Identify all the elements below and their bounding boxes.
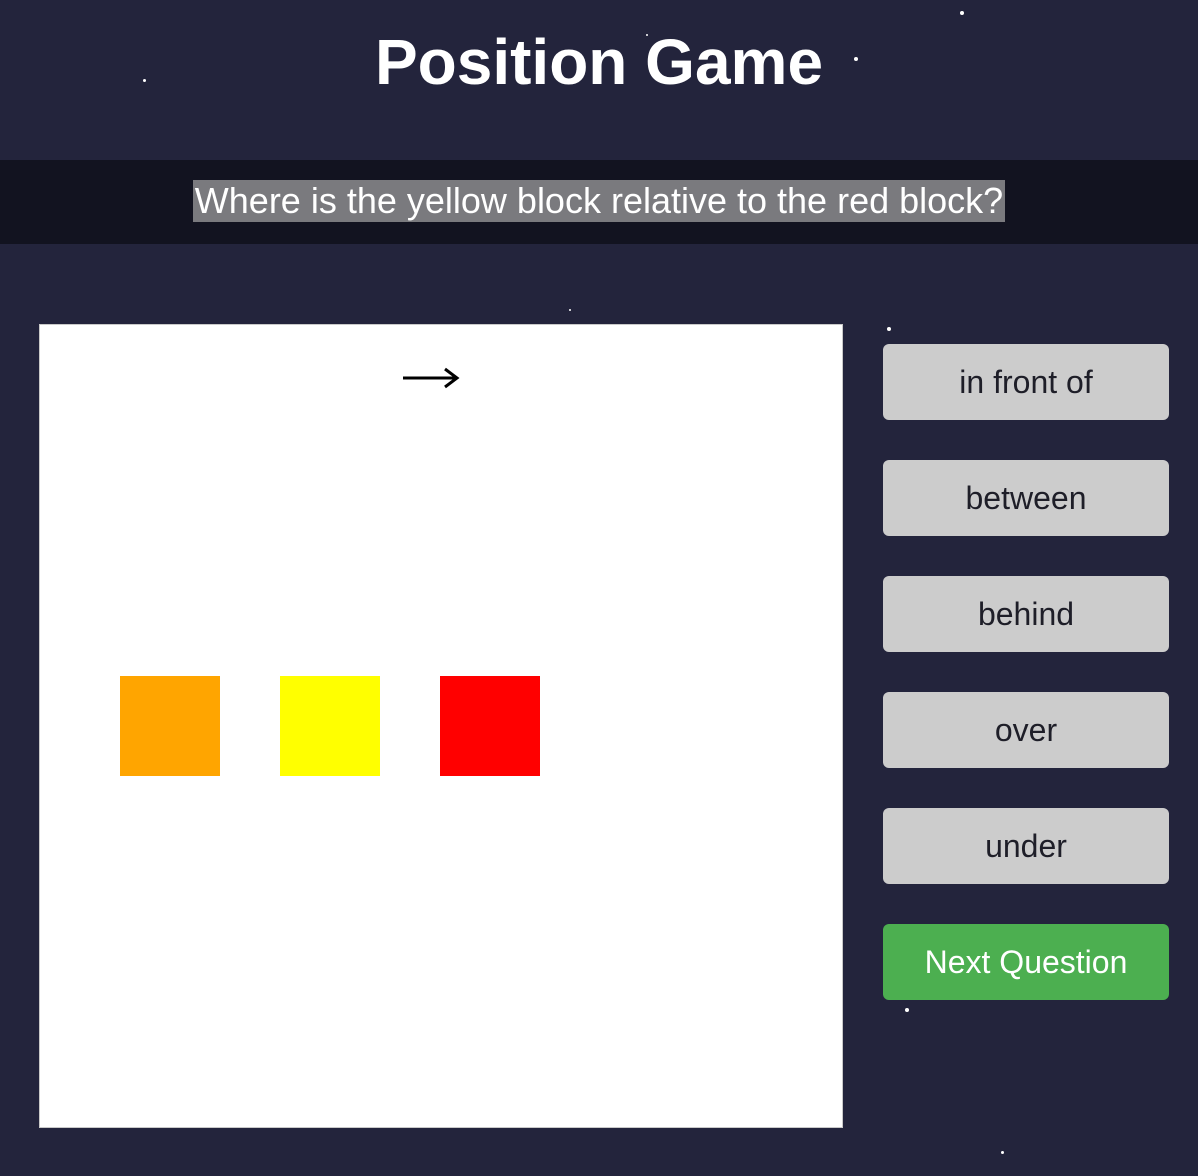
next-question-button[interactable]: Next Question [883,924,1169,1000]
answer-button-behind[interactable]: behind [883,576,1169,652]
game-page: Position Game Where is the yellow block … [0,0,1198,1176]
star-decoration [1001,1151,1004,1154]
star-decoration [887,327,891,331]
game-canvas[interactable] [39,324,843,1128]
orange-block [120,676,220,776]
yellow-block [280,676,380,776]
question-text: Where is the yellow block relative to th… [192,180,1006,222]
answer-button-between[interactable]: between [883,460,1169,536]
answer-button-in-front-of[interactable]: in front of [883,344,1169,420]
direction-arrow-icon [403,367,460,389]
answer-button-over[interactable]: over [883,692,1169,768]
star-decoration [960,11,964,15]
answer-panel: in front of between behind over under Ne… [883,344,1169,1040]
star-decoration [569,309,571,311]
page-title: Position Game [374,26,824,98]
answer-button-under[interactable]: under [883,808,1169,884]
red-block [440,676,540,776]
question-bar: Where is the yellow block relative to th… [0,160,1198,244]
